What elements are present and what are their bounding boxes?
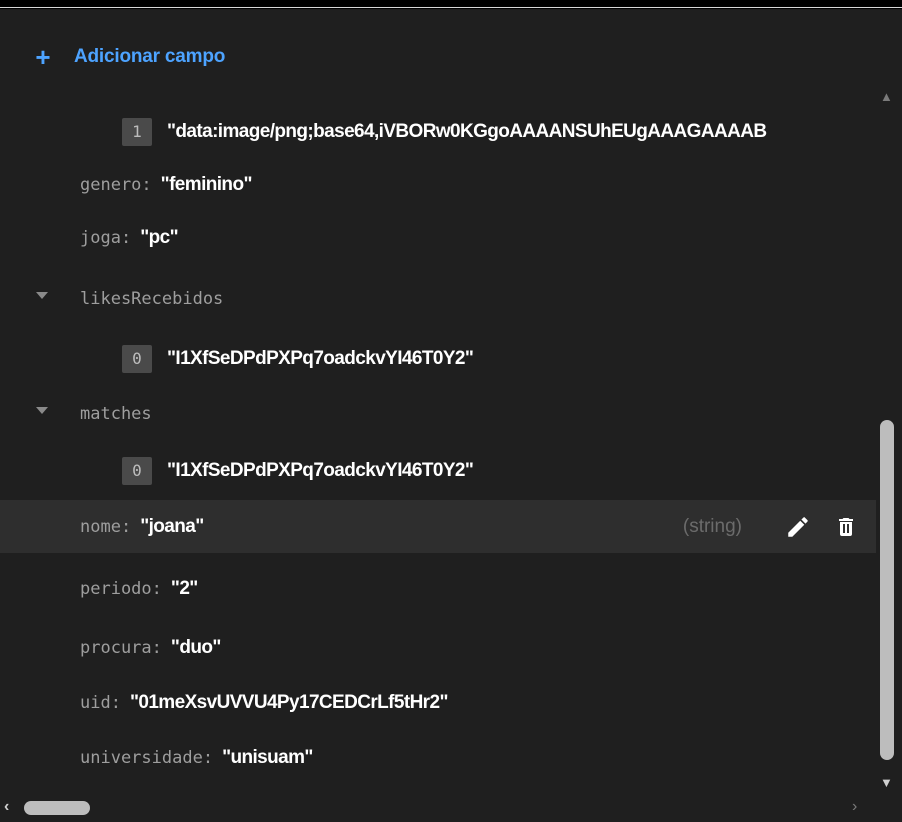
key-separator: : [151, 578, 162, 599]
caret-down-icon[interactable] [36, 292, 48, 299]
field-row-likesRecebidos[interactable]: likesRecebidos [0, 272, 876, 325]
document-fields-panel: + Adicionar campo 1 "data:image/png;base… [0, 9, 902, 822]
field-value: "I1XfSeDPdPXPq7oadckvYI46T0Y2" [167, 459, 474, 481]
field-value: "data:image/png;base64,iVBORw0KGgoAAAANS… [167, 120, 767, 142]
field-key: uid [80, 692, 111, 713]
caret-down-icon[interactable] [36, 407, 48, 414]
field-row-procura[interactable]: procura: "duo" [0, 621, 876, 674]
scroll-up-icon[interactable]: ▲ [880, 89, 893, 104]
field-value: "pc" [140, 226, 178, 248]
field-value: "feminino" [160, 173, 253, 195]
plus-icon: + [35, 42, 51, 72]
key-separator: : [151, 637, 162, 658]
field-key: universidade [80, 747, 203, 768]
field-value: "I1XfSeDPdPXPq7oadckvYI46T0Y2" [167, 347, 474, 369]
field-row-universidade[interactable]: universidade: "unisuam" [0, 731, 876, 784]
vertical-scrollbar[interactable]: ▲ ▼ [876, 85, 902, 795]
field-value: "unisuam" [222, 746, 313, 768]
field-row-periodo[interactable]: periodo: "2" [0, 562, 876, 615]
field-value: "duo" [170, 636, 221, 658]
horizontal-scrollbar[interactable]: ‹ › [0, 795, 876, 822]
top-border [0, 0, 902, 8]
key-separator: : [120, 227, 132, 248]
field-key: nome [80, 516, 121, 537]
scroll-left-icon[interactable]: ‹ [4, 798, 9, 816]
field-key: genero [80, 174, 142, 195]
field-row-joga[interactable]: joga: "pc" [0, 211, 876, 264]
pencil-icon[interactable] [784, 513, 812, 541]
field-key: procura [80, 637, 152, 658]
key-separator: : [202, 747, 214, 768]
array-item-row[interactable]: 0 "I1XfSeDPdPXPq7oadckvYI46T0Y2" [0, 444, 876, 497]
field-row-nome[interactable]: nome: "joana" (string) [0, 500, 876, 553]
field-key: periodo [80, 578, 152, 599]
scroll-right-icon[interactable]: › [852, 798, 857, 816]
array-index-badge: 1 [122, 117, 152, 146]
horizontal-scroll-thumb[interactable] [24, 801, 90, 815]
add-field-label: Adicionar campo [74, 46, 226, 67]
array-index-badge: 0 [122, 344, 152, 373]
array-item-row[interactable]: 0 "I1XfSeDPdPXPq7oadckvYI46T0Y2" [0, 332, 876, 385]
key-separator: : [120, 516, 132, 537]
field-value: "joana" [140, 515, 204, 537]
array-item-row[interactable]: 1 "data:image/png;base64,iVBORw0KGgoAAAA… [0, 105, 876, 158]
field-type-label: (string) [682, 515, 742, 537]
array-index-badge: 0 [122, 456, 152, 485]
key-separator: : [141, 174, 152, 195]
trash-icon[interactable] [832, 513, 860, 541]
field-key: matches [80, 403, 152, 424]
field-value: "2" [170, 577, 198, 599]
field-key: joga [80, 227, 121, 248]
field-row-matches[interactable]: matches [0, 387, 876, 440]
key-separator: : [110, 692, 121, 713]
field-value: "01meXsvUVVU4Py17CEDCrLf5tHr2" [129, 691, 448, 713]
field-row-genero[interactable]: genero: "feminino" [0, 158, 876, 211]
field-row-uid[interactable]: uid: "01meXsvUVVU4Py17CEDCrLf5tHr2" [0, 676, 876, 729]
add-field-button[interactable]: + Adicionar campo [30, 42, 225, 72]
field-key: likesRecebidos [80, 288, 224, 309]
vertical-scroll-thumb[interactable] [880, 420, 894, 760]
scroll-down-icon[interactable]: ▼ [880, 775, 893, 790]
